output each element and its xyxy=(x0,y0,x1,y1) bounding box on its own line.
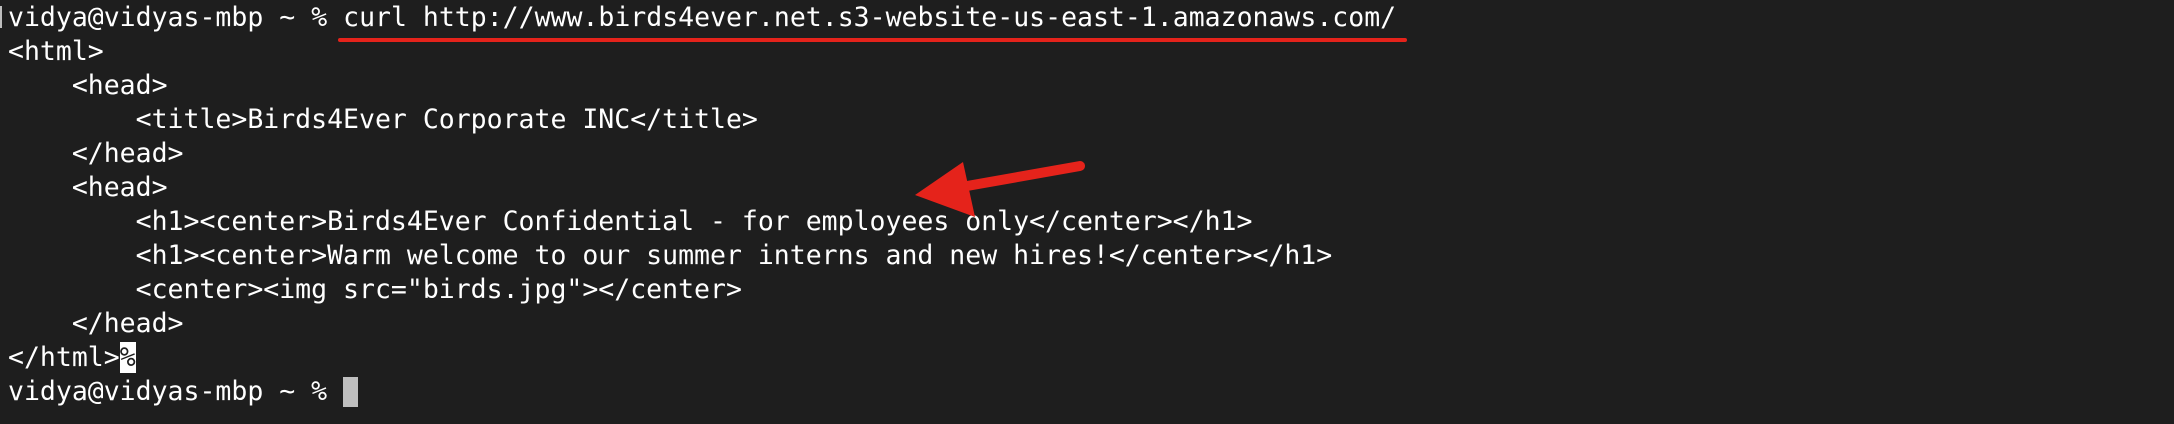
output-line: <h1><center>Warm welcome to our summer i… xyxy=(8,240,1333,271)
output-line: <head> xyxy=(8,172,168,203)
output-line: <html> xyxy=(8,36,104,67)
output-line: <h1><center>Birds4Ever Confidential - fo… xyxy=(8,206,1253,237)
command-line: vidya@vidyas-mbp ~ % curl http://www.bir… xyxy=(8,1,1396,35)
arrow-shaft xyxy=(945,161,1085,194)
curl-command: curl http://www.birds4ever.net.s3-websit… xyxy=(343,2,1397,33)
final-prompt: vidya@vidyas-mbp ~ % xyxy=(8,376,344,407)
output-line: <head> xyxy=(8,70,168,101)
output-line: </head> xyxy=(8,138,184,169)
output-last-line: </html>% xyxy=(8,341,136,375)
final-prompt-line[interactable]: vidya@vidyas-mbp ~ % xyxy=(8,375,359,409)
prompt-user-host: vidya@vidyas-mbp xyxy=(8,2,264,33)
prompt-dir: ~ xyxy=(279,2,296,33)
output-line: </head> xyxy=(8,308,184,339)
missing-newline-marker: % xyxy=(119,342,136,373)
prompt-symbol: % xyxy=(311,2,328,33)
output-line: <center><img src="birds.jpg"></center> xyxy=(8,274,742,305)
output-text: </html> xyxy=(8,342,120,373)
output-line: <title>Birds4Ever Corporate INC</title> xyxy=(8,104,758,135)
text-cursor xyxy=(343,377,359,407)
selection-bar xyxy=(0,6,2,28)
terminal-window[interactable]: vidya@vidyas-mbp ~ % curl http://www.bir… xyxy=(0,0,2174,424)
red-underline-annotation xyxy=(338,38,1407,42)
